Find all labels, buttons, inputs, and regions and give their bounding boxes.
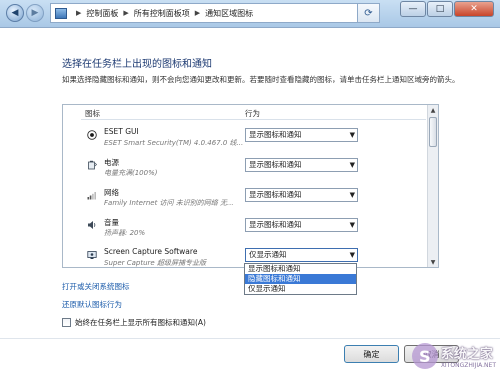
breadcrumb-separator-icon: ▶ [76, 9, 82, 17]
row-description: ESET Smart Security(TM) 4.0.467.0 线... [104, 139, 244, 147]
close-button[interactable]: ✕ [454, 1, 494, 17]
forward-button[interactable]: ▶ [26, 4, 44, 22]
eset-icon [87, 130, 97, 140]
row-name: 网络 [104, 188, 119, 197]
list-header: 图标 行为 [63, 105, 429, 119]
behavior-select[interactable]: 显示图标和通知 ▼ [245, 128, 358, 142]
notification-icon-list: 图标 行为 ESET GUI ESET Smart Security(TM) 4… [62, 104, 439, 268]
behavior-select[interactable]: 显示图标和通知 ▼ [245, 218, 358, 232]
dropdown-option[interactable]: 仅显示通知 [245, 284, 356, 294]
watermark-logo: S [411, 343, 438, 369]
row-name: ESET GUI [104, 127, 139, 136]
breadcrumb-notification-icons[interactable]: 通知区域图标 [205, 8, 253, 19]
row-name: Screen Capture Software [104, 247, 198, 256]
scrollbar-thumb[interactable] [429, 117, 437, 147]
breadcrumb-separator-icon: ▶ [123, 9, 129, 17]
always-show-all-row: 始终在任务栏上显示所有图标和通知(A) [62, 317, 206, 328]
select-value: 显示图标和通知 [249, 160, 302, 169]
chevron-down-icon: ▼ [349, 251, 355, 259]
list-row-power: 电源 电量充满(100%) 显示图标和通知 ▼ [63, 156, 429, 186]
watermark-url: XITONGZHIJIA.NET [440, 362, 496, 369]
behavior-dropdown-list: 显示图标和通知 隐藏图标和通知 仅显示通知 [244, 263, 357, 295]
volume-icon [88, 221, 96, 229]
network-icon [87, 192, 96, 200]
chevron-down-icon: ▼ [349, 161, 355, 169]
column-header-icons: 图标 [85, 109, 100, 118]
row-name: 音量 [104, 218, 119, 227]
column-header-behavior: 行为 [245, 109, 260, 118]
always-show-all-checkbox[interactable] [62, 318, 71, 327]
window-controls: — □ ✕ [399, 1, 494, 17]
row-description: 扬声器: 20% [104, 229, 146, 237]
page-title: 选择在任务栏上出现的图标和通知 [62, 59, 212, 70]
breadcrumb-all-items[interactable]: 所有控制面板项 [134, 8, 190, 19]
select-value: 显示图标和通知 [249, 220, 302, 229]
row-description: Family Internet 访问 未识别的网络 无... [104, 199, 234, 207]
select-value: 显示图标和通知 [249, 190, 302, 199]
chevron-down-icon: ▼ [349, 221, 355, 229]
back-button[interactable]: ◀ [6, 4, 24, 22]
chevron-down-icon: ▼ [349, 191, 355, 199]
site-watermark: S 系统之家 XITONGZHIJIA.NET [411, 343, 496, 369]
row-description: Super Capture 超级屏捕专业版 [104, 259, 206, 267]
title-bar: ◀ ▶ ▶ 控制面板 ▶ 所有控制面板项 ▶ 通知区域图标 ⟳ — □ ✕ [0, 0, 500, 28]
behavior-select[interactable]: 显示图标和通知 ▼ [245, 158, 358, 172]
address-box[interactable]: ▶ 控制面板 ▶ 所有控制面板项 ▶ 通知区域图标 [50, 3, 358, 23]
power-icon [88, 160, 97, 170]
restore-defaults-link[interactable]: 还原默认图标行为 [62, 299, 122, 310]
select-value: 显示图标和通知 [249, 130, 302, 139]
list-scrollbar[interactable]: ▲ ▼ [427, 105, 438, 267]
row-name: 电源 [104, 158, 119, 167]
watermark-title: 系统之家 [440, 347, 493, 362]
footer-divider [0, 338, 500, 339]
scroll-down-icon[interactable]: ▼ [428, 257, 438, 267]
list-row-network: 网络 Family Internet 访问 未识别的网络 无... 显示图标和通… [63, 186, 429, 216]
dropdown-option-highlighted[interactable]: 隐藏图标和通知 [245, 274, 356, 284]
system-icons-link[interactable]: 打开或关闭系统图标 [62, 281, 130, 292]
behavior-select[interactable]: 显示图标和通知 ▼ [245, 188, 358, 202]
always-show-all-label[interactable]: 始终在任务栏上显示所有图标和通知(A) [75, 317, 206, 328]
list-row-eset: ESET GUI ESET Smart Security(TM) 4.0.467… [63, 126, 429, 156]
row-description: 电量充满(100%) [104, 169, 158, 177]
refresh-icon[interactable]: ⟳ [358, 3, 380, 23]
scroll-up-icon[interactable]: ▲ [428, 105, 438, 115]
content-area: 选择在任务栏上出现的图标和通知 如果选择隐藏图标和通知，则不会向您通知更改和更新… [0, 29, 500, 371]
minimize-button[interactable]: — [400, 1, 426, 17]
dropdown-option[interactable]: 显示图标和通知 [245, 264, 356, 274]
breadcrumb-separator-icon: ▶ [194, 9, 201, 17]
chevron-down-icon: ▼ [349, 131, 355, 139]
watermark-text: 系统之家 XITONGZHIJIA.NET [441, 343, 496, 369]
maximize-button[interactable]: □ [427, 1, 453, 17]
screen-capture-icon [87, 251, 97, 259]
control-panel-window: ◀ ▶ ▶ 控制面板 ▶ 所有控制面板项 ▶ 通知区域图标 ⟳ — □ ✕ 选择… [0, 0, 500, 371]
select-value: 仅显示通知 [249, 250, 287, 259]
ok-button[interactable]: 确定 [344, 345, 399, 363]
control-panel-icon [55, 7, 67, 19]
address-bar: ◀ ▶ ▶ 控制面板 ▶ 所有控制面板项 ▶ 通知区域图标 ⟳ [6, 2, 380, 24]
breadcrumb-control-panel[interactable]: 控制面板 [86, 8, 118, 19]
header-divider [81, 119, 426, 120]
list-row-volume: 音量 扬声器: 20% 显示图标和通知 ▼ [63, 216, 429, 246]
page-description: 如果选择隐藏图标和通知，则不会向您通知更改和更新。若要随时查看隐藏的图标，请单击… [62, 75, 460, 84]
behavior-select[interactable]: 仅显示通知 ▼ [245, 248, 358, 262]
